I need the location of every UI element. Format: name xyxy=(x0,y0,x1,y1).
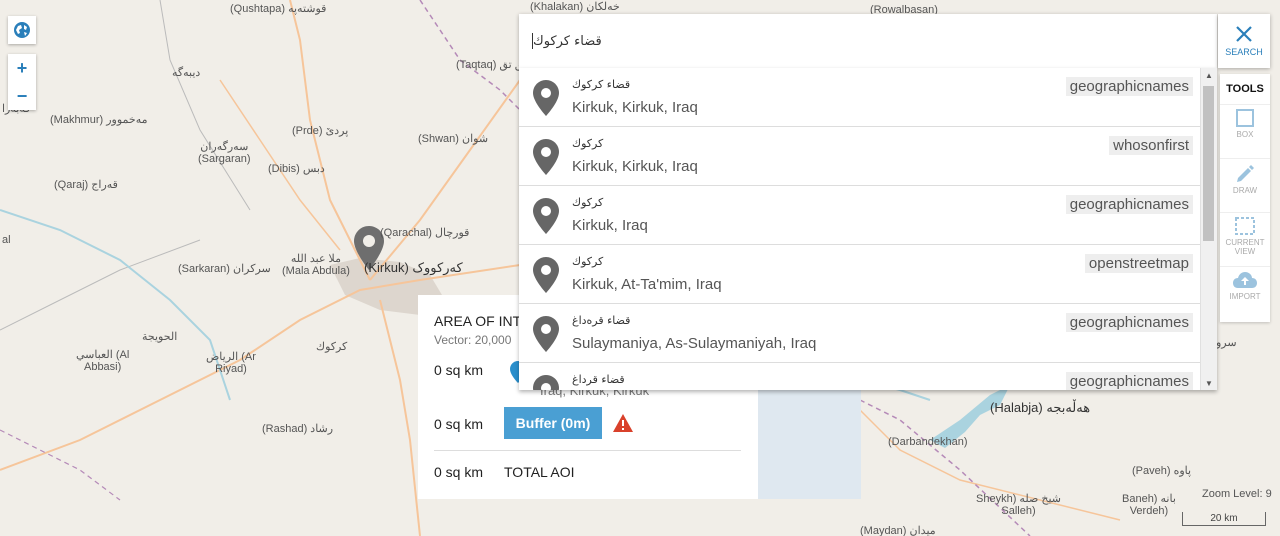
map-label: (Darbandekhan) xyxy=(888,436,968,448)
pencil-icon xyxy=(1237,165,1254,182)
map-label: العباسي (Al Abbasi) xyxy=(76,349,130,373)
search-result-item[interactable]: كركوك Kirkuk, At-Ta'mim, Iraq openstreet… xyxy=(519,245,1201,304)
result-location: Sulaymaniya, As-Sulaymaniyah, Iraq xyxy=(572,335,817,352)
tool-draw[interactable]: DRAW xyxy=(1220,158,1270,212)
result-location: Kirkuk, Kirkuk, Iraq xyxy=(572,158,698,175)
close-icon[interactable] xyxy=(1235,25,1253,43)
map-label: (Taqtaq) تق تق xyxy=(456,59,527,71)
map-label: (Makhmur) مەخموور xyxy=(50,114,148,126)
map-label: (Khalakan) خه‌لکان xyxy=(530,1,620,13)
search-result-item[interactable]: قضاء قرەداغ Sulaymaniya, As-Sulaymaniyah… xyxy=(519,304,1201,363)
map-label: (Maydan) میدان xyxy=(860,525,936,536)
aoi-side-panel xyxy=(758,380,861,499)
tool-box[interactable]: BOX xyxy=(1220,104,1270,158)
globe-icon[interactable] xyxy=(8,16,36,44)
result-location: Kirkuk, At-Ta'mim, Iraq xyxy=(572,276,722,293)
map-label: (Sarkaran) سرکران xyxy=(178,263,271,275)
map-label-kirkuk: (Kirkuk) کەرکووک xyxy=(364,260,463,275)
buffer-button[interactable]: Buffer (0m) xyxy=(504,407,602,439)
cloud-upload-icon xyxy=(1233,272,1257,288)
result-location: Kirkuk, Kirkuk, Iraq xyxy=(572,99,698,116)
zoom-control: + − xyxy=(8,54,36,110)
map-label: الرياض (Ar Riyad) xyxy=(206,351,256,375)
result-source-badge: geographicnames xyxy=(1065,195,1193,214)
map-label: كركوك xyxy=(316,341,348,353)
scroll-thumb[interactable] xyxy=(1203,86,1214,241)
box-icon xyxy=(1236,109,1254,127)
map-label: (Prde) پردێ xyxy=(292,125,349,137)
map-label: al xyxy=(2,234,11,246)
scroll-down-icon[interactable]: ▼ xyxy=(1201,376,1217,390)
tool-current-view[interactable]: CURRENT VIEW xyxy=(1220,212,1270,266)
map-label: (Qarachal) قورچال xyxy=(380,227,470,239)
result-source-badge: geographicnames xyxy=(1065,372,1193,390)
search-result-item[interactable]: كركوك Kirkuk, Kirkuk, Iraq whosonfirst xyxy=(519,127,1201,186)
map-label: ملا عبد الله (Mala Abdula) xyxy=(282,253,350,277)
search-result-item[interactable]: قضاء قرداغ geographicnames xyxy=(519,363,1201,390)
result-name: قضاء قرداغ xyxy=(572,373,625,386)
result-source-badge: geographicnames xyxy=(1065,77,1193,96)
location-pin-icon xyxy=(533,139,559,175)
result-source-badge: openstreetmap xyxy=(1084,254,1193,273)
result-location: Kirkuk, Iraq xyxy=(572,217,648,234)
results-scrollbar[interactable]: ▲ ▼ xyxy=(1200,68,1217,390)
aoi-buffer-value: 0 sq km xyxy=(434,416,484,432)
tool-label: BOX xyxy=(1236,130,1254,139)
map-label: سەرگەران (Sargaran) xyxy=(198,141,251,165)
location-pin-icon xyxy=(533,198,559,234)
zoom-out-button[interactable]: − xyxy=(8,82,36,110)
result-name: كركوك xyxy=(572,255,604,268)
globe-control[interactable] xyxy=(8,16,36,44)
aoi-total-label: TOTAL AOI xyxy=(504,464,575,480)
result-source-badge: geographicnames xyxy=(1065,313,1193,332)
map-label: (Halabja) هەڵەبجە xyxy=(990,400,1091,415)
search-result-item[interactable]: كركوك Kirkuk, Iraq geographicnames xyxy=(519,186,1201,245)
location-pin-icon xyxy=(533,257,559,293)
zoom-level-readout: Zoom Level: 9 xyxy=(1202,488,1272,500)
aoi-total-value: 0 sq km xyxy=(434,464,484,480)
tool-label: DRAW xyxy=(1232,186,1258,195)
search-query: قضاء كركوك xyxy=(533,33,602,49)
result-source-badge: whosonfirst xyxy=(1109,136,1193,155)
map-label: (Dibis) دبس xyxy=(268,163,325,175)
aoi-area-value: 0 sq km xyxy=(434,362,484,378)
zoom-in-button[interactable]: + xyxy=(8,54,36,82)
map-label: (Paveh) پاوه xyxy=(1132,465,1192,477)
location-pin-icon xyxy=(533,80,559,116)
divider xyxy=(434,450,741,451)
map-label: الحويجة xyxy=(142,331,178,343)
map-label: (Rashad) رشاد xyxy=(262,423,334,435)
tools-title: TOOLS xyxy=(1226,83,1264,95)
scroll-up-icon[interactable]: ▲ xyxy=(1201,68,1217,82)
map-label: (Qushtapa) قوشته‌په xyxy=(230,3,327,15)
map-label: دیبەگە xyxy=(172,67,201,79)
search-label: SEARCH xyxy=(1225,47,1263,57)
result-name: كركوك xyxy=(572,137,604,150)
scale-bar: 20 km xyxy=(1182,512,1266,526)
map-label: (Qaraj) قەراج xyxy=(54,179,118,191)
aoi-subtitle: Vector: 20,000 xyxy=(434,333,512,347)
search-box: قضاء كركوك xyxy=(519,14,1217,68)
aoi-title: AREA OF INT xyxy=(434,313,522,329)
location-pin-icon xyxy=(533,375,559,390)
tool-label: IMPORT xyxy=(1229,292,1261,301)
location-pin-icon xyxy=(533,316,559,352)
search-input[interactable]: قضاء كركوك xyxy=(531,14,1131,68)
search-close-button[interactable]: SEARCH xyxy=(1218,14,1270,68)
tool-import[interactable]: IMPORT xyxy=(1220,266,1270,320)
tools-panel: TOOLS BOX DRAW CURRENT VIEW IMPORT xyxy=(1220,74,1270,322)
warning-icon xyxy=(612,413,634,433)
map-label: Sheykh) شیخ صله Salleh) xyxy=(976,493,1061,517)
search-result-item[interactable]: قضاء كركوك Kirkuk, Kirkuk, Iraq geograph… xyxy=(519,68,1201,127)
result-name: كركوك xyxy=(572,196,604,209)
map-label: سرو xyxy=(1216,337,1237,349)
result-name: قضاء قرەداغ xyxy=(572,314,631,327)
map-label: (Shwan) شوان xyxy=(418,133,489,145)
current-view-icon xyxy=(1235,217,1255,235)
search-results-list: قضاء كركوك Kirkuk, Kirkuk, Iraq geograph… xyxy=(519,68,1217,390)
result-name: قضاء كركوك xyxy=(572,78,631,91)
map-label: Baneh) بانه‌ Verdeh) xyxy=(1122,493,1176,517)
tool-label: CURRENT VIEW xyxy=(1225,238,1265,256)
